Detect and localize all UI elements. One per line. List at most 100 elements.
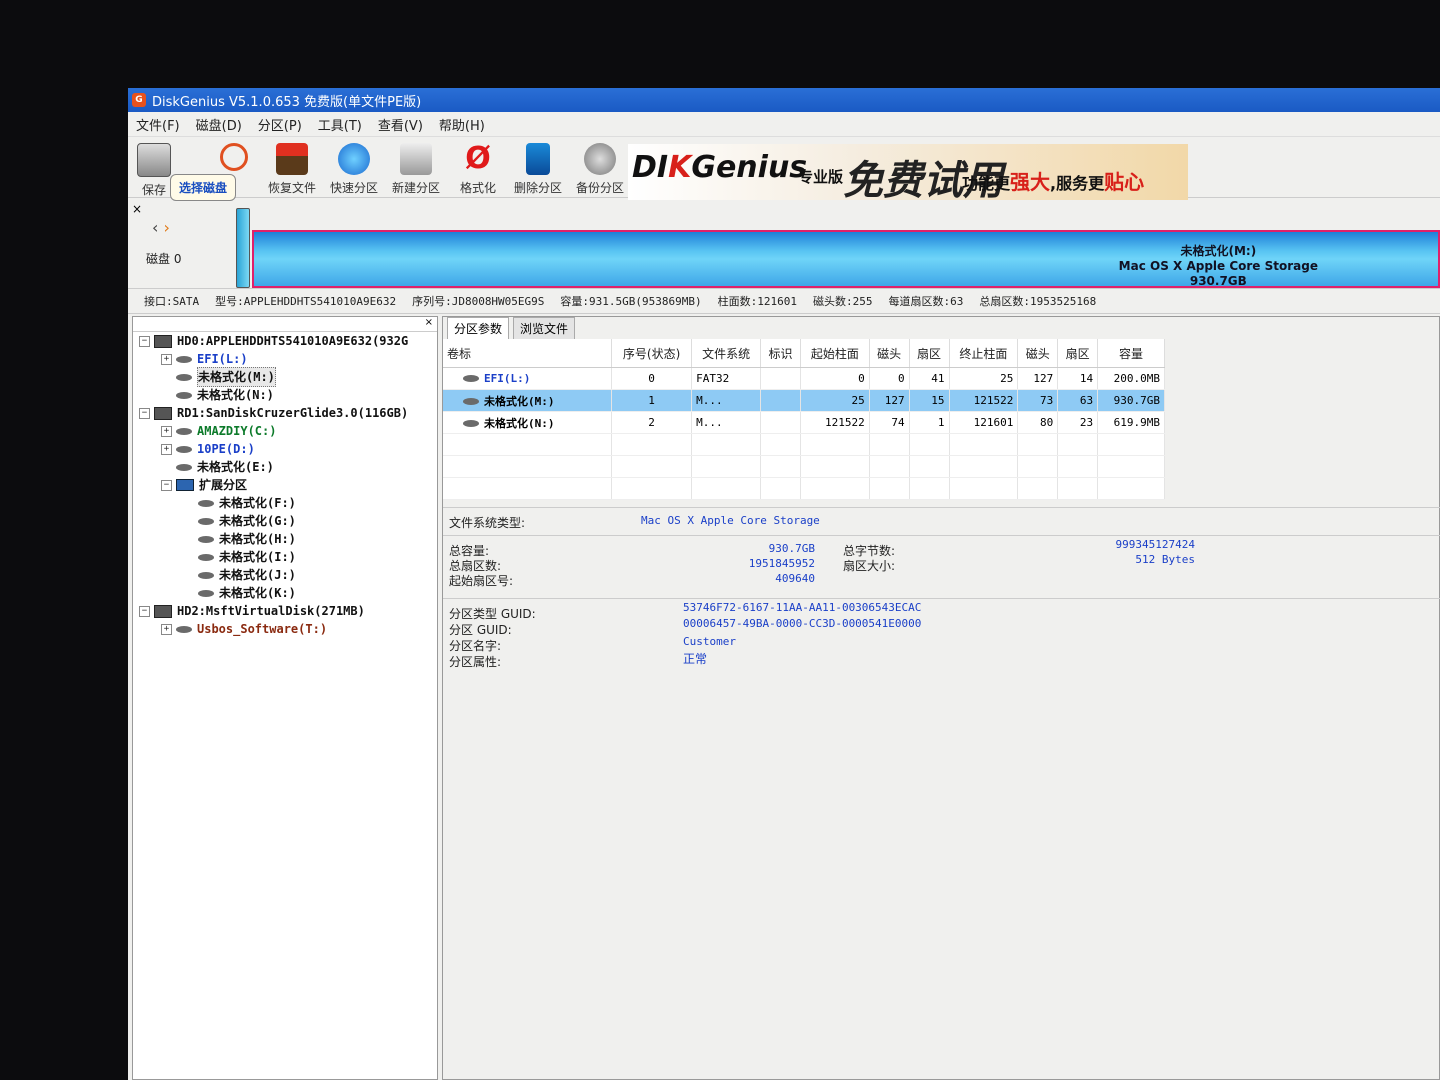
menu-file[interactable]: 文件(F) (136, 115, 180, 134)
quick-partition-button[interactable]: 快速分区 (324, 143, 384, 196)
prev-disk-arrow[interactable]: ‹ (152, 218, 158, 237)
disk-overview-bar[interactable] (236, 208, 250, 288)
tree-partition-node[interactable]: 未格式化(J:) (133, 566, 437, 584)
collapse-toggle-icon[interactable]: − (139, 605, 150, 617)
tree-partition-node[interactable]: 未格式化(N:) (133, 386, 437, 404)
delete-partition-icon (526, 143, 550, 175)
column-header[interactable]: 扇区 (1057, 339, 1099, 368)
partition-bar-m[interactable]: 未格式化(M:) Mac OS X Apple Core Storage 930… (252, 230, 1440, 288)
table-cell (949, 477, 1019, 500)
tree-partition-node[interactable]: + Usbos_Software(T:) (133, 620, 437, 638)
tree-partition-node[interactable]: 未格式化(F:) (133, 494, 437, 512)
expand-toggle-icon[interactable]: + (161, 443, 172, 455)
close-tree-icon[interactable]: × (425, 317, 433, 328)
menu-partition[interactable]: 分区(P) (258, 115, 302, 134)
column-header[interactable]: 标识 (760, 339, 801, 368)
disk-number-label: 磁盘 0 (146, 252, 182, 266)
partition-row[interactable]: 未格式化(M:) 1 M... 25 127 15 121522 73 63 930.7GB (443, 389, 1165, 412)
tree-partition-node[interactable]: 未格式化(I:) (133, 548, 437, 566)
hard-disk-icon (154, 604, 172, 618)
save-disk-icon (137, 143, 171, 177)
column-header[interactable]: 卷标 (443, 339, 612, 368)
column-header[interactable]: 容量 (1097, 339, 1165, 368)
capacity-section: 总容量: 930.7GB 总字节数: 999345127424 总扇区数: 195184… (443, 535, 1440, 598)
table-cell: FAT32 (691, 367, 762, 390)
tree-partition-node[interactable]: +10PE(D:) (133, 440, 437, 458)
select-disk-button[interactable] (204, 143, 264, 175)
backup-partition-button[interactable]: 备份分区 (570, 143, 630, 196)
empty-table-row (443, 455, 1165, 478)
table-cell: 74 (869, 411, 910, 434)
menu-disk[interactable]: 磁盘(D) (196, 115, 242, 134)
tree-partition-node[interactable]: 未格式化(M:) (133, 367, 437, 387)
tree-disk-node[interactable]: − HD2:MsftVirtualDisk(271MB) (133, 602, 437, 620)
column-header[interactable]: 序号(状态) (611, 339, 693, 368)
tree-extended-node[interactable]: − 扩展分区 (133, 476, 437, 494)
tree-partition-node[interactable]: 未格式化(E:) (133, 458, 437, 476)
partition-icon (198, 517, 214, 525)
slogan-text: 功能更强大,服务更贴心 (962, 170, 1145, 194)
table-cell (611, 455, 693, 478)
disk-serial: 序列号:JD8008HW05EG9S (412, 295, 545, 308)
tree-node-label: 未格式化(G:) (219, 514, 296, 528)
tree-partition-node[interactable]: 未格式化(K:) (133, 584, 437, 602)
menu-view[interactable]: 查看(V) (378, 115, 423, 134)
tree-partition-node[interactable]: + AMAZDIY(C:) (133, 422, 437, 440)
new-partition-label: 新建分区 (391, 181, 440, 195)
collapse-toggle-icon[interactable]: − (139, 335, 150, 347)
tree-node-label: 未格式化(F:) (219, 496, 296, 510)
column-header[interactable]: 磁头 (869, 339, 910, 368)
table-cell: M... (691, 411, 762, 434)
part-guid-value: 00006457-49BA-0000-CC3D-0000541E0000 (683, 617, 922, 630)
backup-partition-label: 备份分区 (575, 181, 624, 195)
tree-partition-node[interactable]: 未格式化(G:) (133, 512, 437, 530)
next-disk-arrow[interactable]: › (164, 218, 170, 237)
collapse-toggle-icon[interactable]: − (161, 479, 172, 491)
tree-node-label: RD1:SanDiskCruzerGlide3.0(116GB) (177, 406, 409, 420)
close-diskmap-icon[interactable]: × (132, 202, 142, 216)
part-attr-label: 分区属性: (449, 655, 502, 669)
partition-row[interactable]: EFI(L:) 0 FAT32 0 0 41 25 127 14 200.0MB (443, 367, 1165, 390)
tree-node-label: EFI(L:) (197, 352, 248, 366)
quick-partition-icon (338, 143, 370, 175)
diskgenius-logo: DIKGenius (632, 150, 808, 185)
partition-icon (198, 535, 214, 543)
tree-disk-node[interactable]: − RD1:SanDiskCruzerGlide3.0(116GB) (133, 404, 437, 422)
table-cell (869, 477, 910, 500)
partition-icon (463, 397, 479, 405)
column-header[interactable]: 磁头 (1017, 339, 1059, 368)
part-name-value: Customer (683, 635, 736, 648)
new-partition-button[interactable]: 新建分区 (386, 143, 446, 196)
delete-partition-button[interactable]: 删除分区 (508, 143, 568, 196)
table-cell: 73 (1017, 389, 1059, 412)
table-cell: 15 (909, 389, 950, 412)
backup-partition-icon (584, 143, 616, 175)
extended-partition-icon (176, 479, 194, 491)
tree-partition-node[interactable]: + EFI(L:) (133, 350, 437, 368)
table-cell: 0 (611, 367, 693, 390)
format-label: 格式化 (459, 181, 496, 195)
collapse-toggle-icon[interactable]: − (139, 407, 150, 419)
tree-disk-node[interactable]: − HD0:APPLEHDDHTS541010A9E632(932G (133, 332, 437, 350)
partition-row[interactable]: 未格式化(N:) 2 M... 121522 74 1 121601 80 23 619.9MB (443, 411, 1165, 434)
disk-heads: 磁头数:255 (813, 295, 873, 308)
tree-partition-node[interactable]: 未格式化(H:) (133, 530, 437, 548)
table-cell: 14 (1057, 367, 1099, 390)
expand-toggle-icon[interactable]: + (161, 623, 172, 635)
column-header[interactable]: 扇区 (909, 339, 950, 368)
column-header[interactable]: 终止柱面 (949, 339, 1019, 368)
tab-browse-files[interactable]: 浏览文件 (513, 317, 576, 339)
format-button[interactable]: Ø 格式化 (448, 143, 508, 196)
expand-toggle-icon[interactable]: + (161, 425, 172, 437)
column-header[interactable]: 文件系统 (691, 339, 762, 368)
recover-file-label: 恢复文件 (267, 181, 316, 195)
fs-type-label: 文件系统类型: (449, 516, 526, 530)
tab-partition-params[interactable]: 分区参数 (447, 317, 510, 339)
menu-help[interactable]: 帮助(H) (439, 115, 485, 134)
column-header[interactable]: 起始柱面 (800, 339, 870, 368)
table-cell (760, 389, 801, 412)
recover-file-button[interactable]: 恢复文件 (262, 143, 322, 196)
expand-toggle-icon[interactable]: + (161, 353, 172, 365)
menu-tools[interactable]: 工具(T) (318, 115, 362, 134)
disk-sectors-per-track: 每道扇区数:63 (888, 295, 964, 308)
